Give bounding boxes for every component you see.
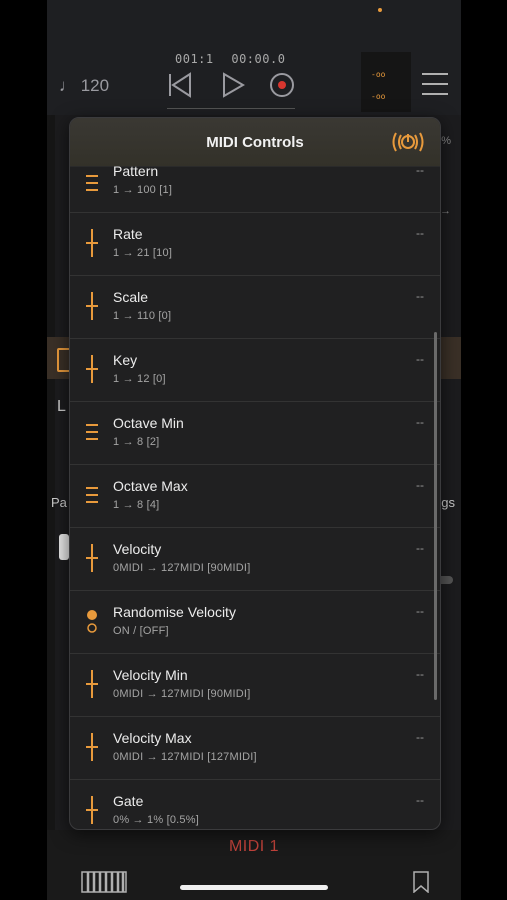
time-position: 00:00.0 [231,52,286,66]
control-name: Rate [113,226,143,242]
status-dot [378,8,382,12]
control-range: 1 → 8 [2] [113,436,160,448]
control-name: Scale [113,289,149,305]
control-assignment[interactable]: -- [416,730,424,744]
rewind-icon[interactable] [167,72,193,98]
meter-top-value: -oo [371,70,386,79]
tempo-display[interactable]: ♩ 120 [59,76,109,96]
control-range: 0MIDI → 127MIDI [127MIDI] [113,751,257,763]
play-icon[interactable] [220,72,246,98]
control-name: Octave Min [113,415,184,431]
list-icon [84,479,100,511]
midi-control-row[interactable]: Scale 1 → 110 [0] -- [70,276,440,339]
control-name: Velocity Max [113,730,192,746]
control-assignment[interactable]: -- [416,163,424,177]
control-name: Randomise Velocity [113,604,236,620]
position-display: 001:1 00:00.0 [175,52,295,66]
midi-control-row[interactable]: Randomise Velocity ON / [OFF] -- [70,591,440,654]
left-edge [47,0,55,900]
control-assignment[interactable]: -- [416,289,424,303]
slider-icon [84,353,100,385]
control-range: 0% → 1% [0.5%] [113,814,199,826]
control-range: 1 → 100 [1] [113,184,173,196]
control-range: ON / [OFF] [113,625,169,637]
meter-bottom-value: -oo [371,92,386,101]
record-icon[interactable] [269,72,295,98]
slider-icon [84,290,100,322]
control-assignment[interactable]: -- [416,667,424,681]
control-assignment[interactable]: -- [416,478,424,492]
control-range: 1 → 110 [0] [113,310,172,322]
scrollbar[interactable] [434,332,437,700]
background-white-control [59,534,69,560]
midi-control-row[interactable]: Octave Min 1 → 8 [2] -- [70,402,440,465]
midi-control-row[interactable]: Velocity Min 0MIDI → 127MIDI [90MIDI] -- [70,654,440,717]
control-name: Velocity Min [113,667,188,683]
control-range: 1 → 21 [10] [113,247,173,259]
control-range: 1 → 8 [4] [113,499,160,511]
home-indicator [180,885,328,890]
control-assignment[interactable]: -- [416,541,424,555]
background-partial-l: L [57,398,66,415]
list-icon [84,416,100,448]
control-name: Pattern [113,163,159,179]
slider-icon [84,227,100,259]
control-assignment[interactable]: -- [416,352,424,366]
midi-channel-label[interactable]: MIDI 1 [47,838,461,856]
menu-icon[interactable] [422,73,448,97]
level-meter: -oo -oo [361,52,411,112]
control-assignment[interactable]: -- [416,415,424,429]
control-name: Velocity [113,541,162,557]
midi-control-row[interactable]: Rate 1 → 21 [10] -- [70,213,440,276]
control-name: Key [113,352,138,368]
control-assignment[interactable]: -- [416,793,424,807]
control-range: 1 → 12 [0] [113,373,166,385]
background-partial-gs: gs [441,495,455,510]
midi-control-list: Pattern 1 → 100 [1] -- Rate 1 → 21 [10] -- Sca… [70,163,440,829]
panel-title: MIDI Controls [206,134,304,151]
slider-icon [84,794,100,826]
control-assignment[interactable]: -- [416,604,424,618]
slider-icon [84,731,100,763]
midi-control-row[interactable]: Velocity 0MIDI → 127MIDI [90MIDI] -- [70,528,440,591]
slider-icon [84,668,100,700]
keyboard-icon[interactable] [81,871,127,893]
control-range: 0MIDI → 127MIDI [90MIDI] [113,562,251,574]
control-name: Gate [113,793,144,809]
panel-header: MIDI Controls [70,118,440,167]
midi-control-row[interactable]: Velocity Max 0MIDI → 127MIDI [127MIDI] -- [70,717,440,780]
control-name: Octave Max [113,478,188,494]
toggle-icon [84,605,100,637]
midi-control-row[interactable]: Pattern 1 → 100 [1] -- [70,163,440,213]
transport-bar: ♩ 120 001:1 00:00.0 -oo -oo [47,0,461,115]
background-partial-pa: Pa [51,495,67,510]
slider-icon [84,542,100,574]
list-icon [84,167,100,199]
bar-position: 001:1 [175,52,214,66]
bookmark-icon[interactable] [413,871,429,893]
midi-learn-icon[interactable] [390,130,426,154]
midi-control-row[interactable]: Gate 0% → 1% [0.5%] -- [70,780,440,829]
midi-control-row[interactable]: Octave Max 1 → 8 [4] -- [70,465,440,528]
background-partial-right-b: → [440,205,451,217]
transport-underline [167,108,295,109]
background-partial-right-a: % [441,135,451,147]
midi-control-row[interactable]: Key 1 → 12 [0] -- [70,339,440,402]
control-assignment[interactable]: -- [416,226,424,240]
control-range: 0MIDI → 127MIDI [90MIDI] [113,688,251,700]
midi-controls-panel: MIDI Controls Pattern 1 → 100 [1] -- Rate 1 … [69,117,441,830]
